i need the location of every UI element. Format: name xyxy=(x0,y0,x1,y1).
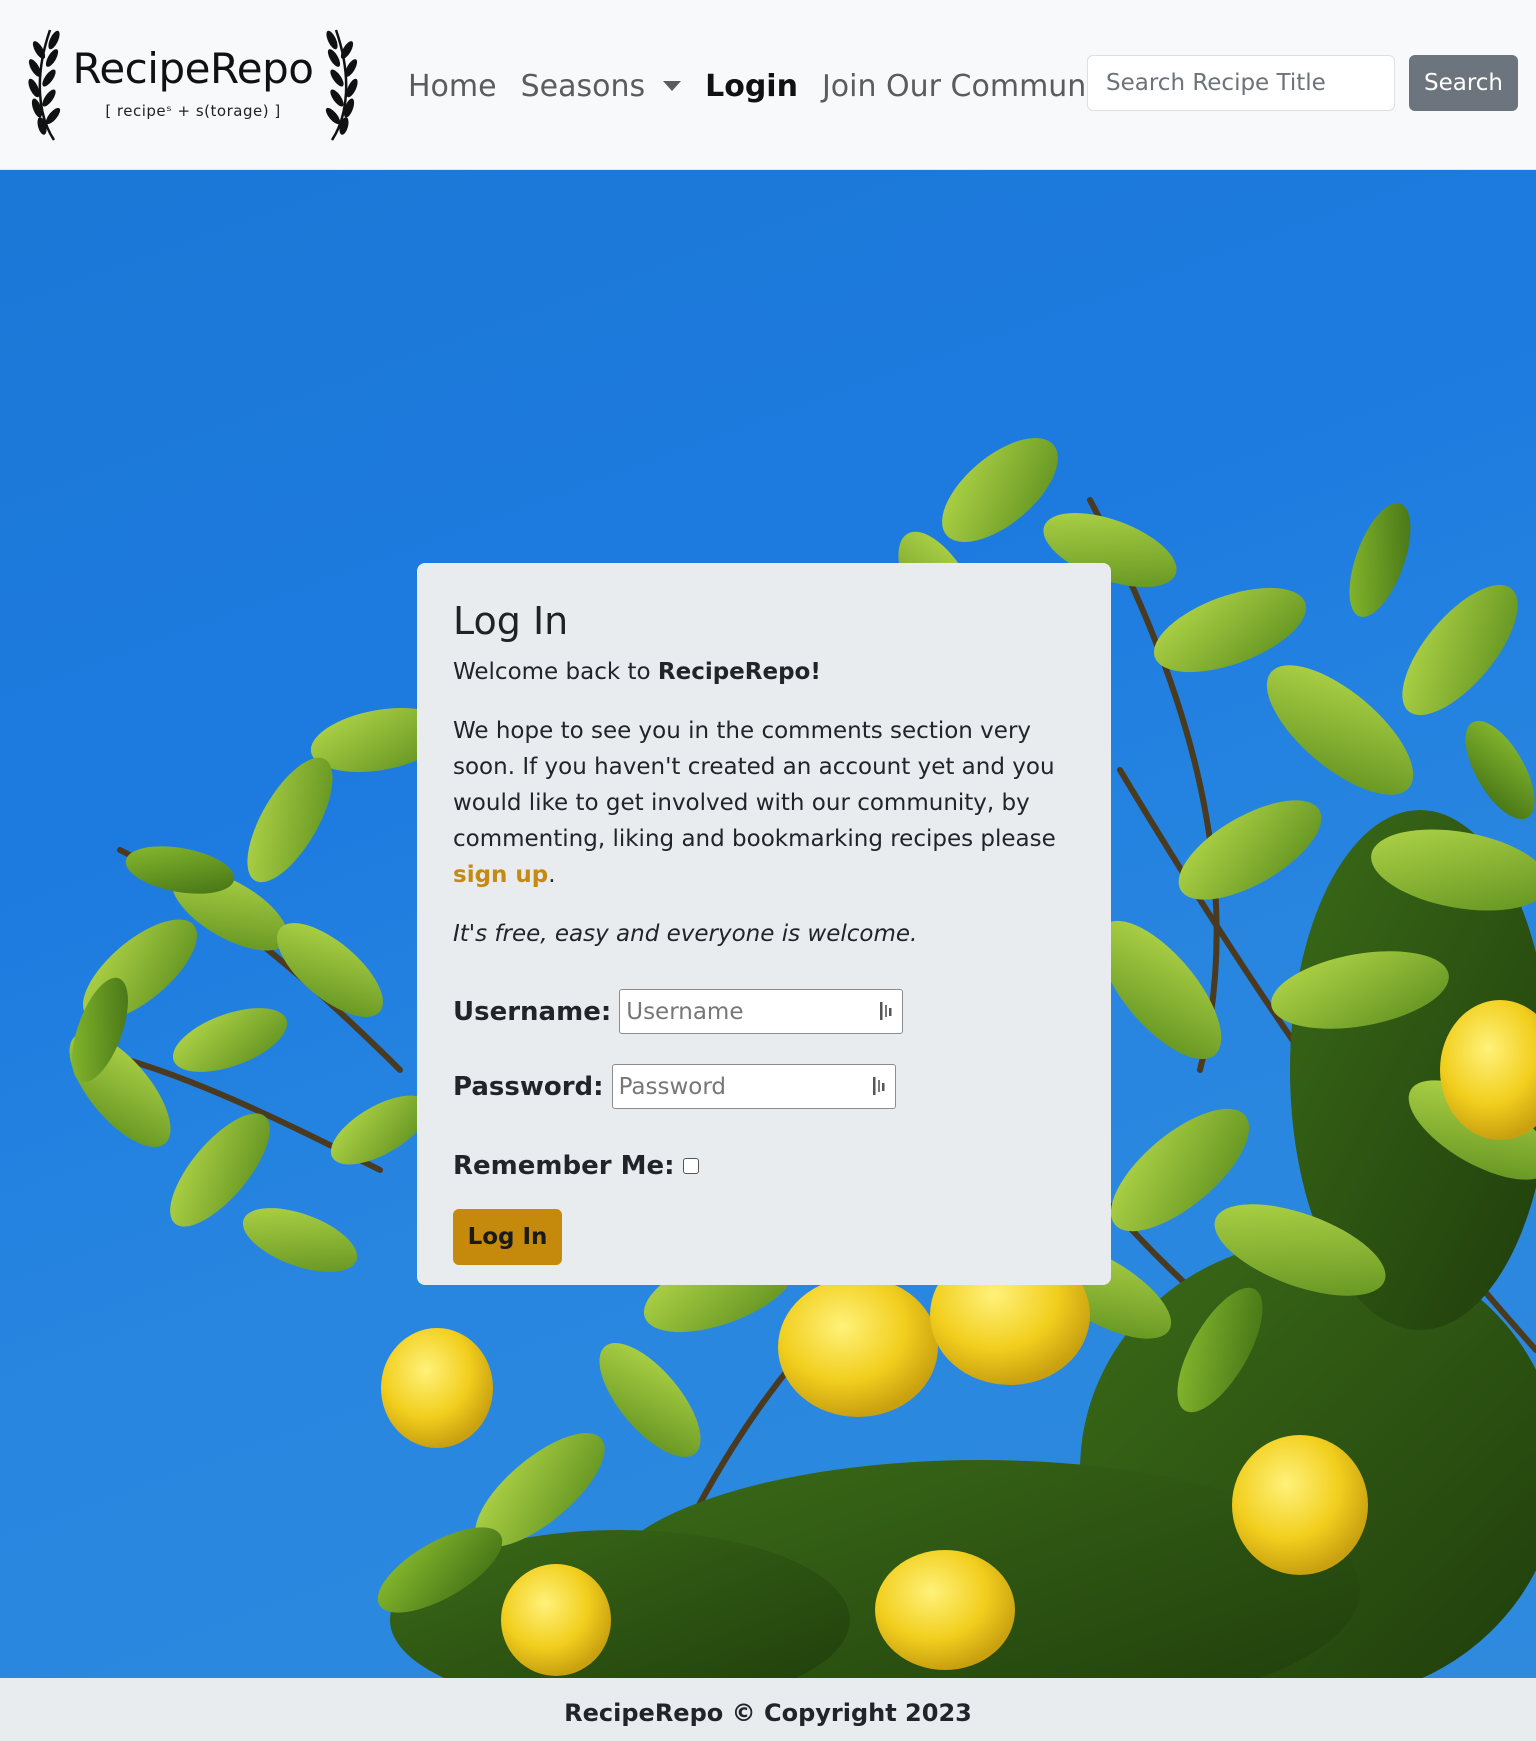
login-submit-button[interactable]: Log In xyxy=(453,1209,562,1265)
password-label: Password: xyxy=(453,1071,604,1102)
intro-text: We hope to see you in the comments secti… xyxy=(453,718,1056,852)
brand-name: RecipeRepo xyxy=(72,44,314,93)
username-wrapper xyxy=(619,989,904,1034)
intro-paragraph: We hope to see you in the comments secti… xyxy=(453,713,1075,893)
login-title: Log In xyxy=(453,599,569,643)
caret-down-icon xyxy=(663,81,682,91)
navbar: RecipeRepo [ recipeˢ + s(torage) ] Home … xyxy=(0,0,1536,170)
nav-links: Home Seasons Login Join Our Community xyxy=(408,62,1148,110)
hero-background: Log In Welcome back to RecipeRepo! We ho… xyxy=(0,170,1536,1678)
username-input[interactable] xyxy=(619,989,904,1034)
remember-row: Remember Me: xyxy=(453,1151,1075,1181)
password-row: Password: xyxy=(453,1064,1075,1109)
username-row: Username: xyxy=(453,989,1075,1034)
password-wrapper xyxy=(611,1064,896,1109)
brand-tagline: [ recipeˢ + s(torage) ] xyxy=(105,102,281,120)
nav-join-link[interactable]: Join Our Community xyxy=(822,69,1124,104)
page: RecipeRepo [ recipeˢ + s(torage) ] Home … xyxy=(0,0,1536,1741)
remember-label: Remember Me: xyxy=(453,1151,675,1181)
intro-end: . xyxy=(548,862,556,888)
remember-checkbox[interactable] xyxy=(682,1158,699,1174)
search-button[interactable]: Search xyxy=(1409,55,1518,111)
search-input[interactable] xyxy=(1087,55,1395,111)
password-manager-icon[interactable] xyxy=(879,1000,895,1022)
laurel-right-icon xyxy=(325,29,358,141)
welcome-brand: RecipeRepo! xyxy=(657,659,821,685)
nav-login-link[interactable]: Login xyxy=(705,69,798,104)
welcome-prefix: Welcome back to xyxy=(453,659,658,685)
password-input[interactable] xyxy=(611,1064,896,1109)
username-label: Username: xyxy=(453,996,612,1027)
free-text: It's free, easy and everyone is welcome. xyxy=(453,921,918,947)
laurel-left-icon xyxy=(28,29,61,141)
signup-link[interactable]: sign up xyxy=(453,862,548,888)
login-card: Log In Welcome back to RecipeRepo! We ho… xyxy=(417,563,1111,1285)
brand-logo[interactable]: RecipeRepo [ recipeˢ + s(torage) ] xyxy=(28,24,358,144)
nav-seasons-label: Seasons xyxy=(520,68,646,104)
welcome-text: Welcome back to RecipeRepo! xyxy=(453,657,1075,687)
nav-seasons-dropdown[interactable]: Seasons xyxy=(521,69,682,104)
footer: RecipeRepo © Copyright 2023 xyxy=(0,1678,1536,1741)
password-manager-icon[interactable] xyxy=(872,1075,888,1097)
nav-home-link[interactable]: Home xyxy=(408,69,497,104)
